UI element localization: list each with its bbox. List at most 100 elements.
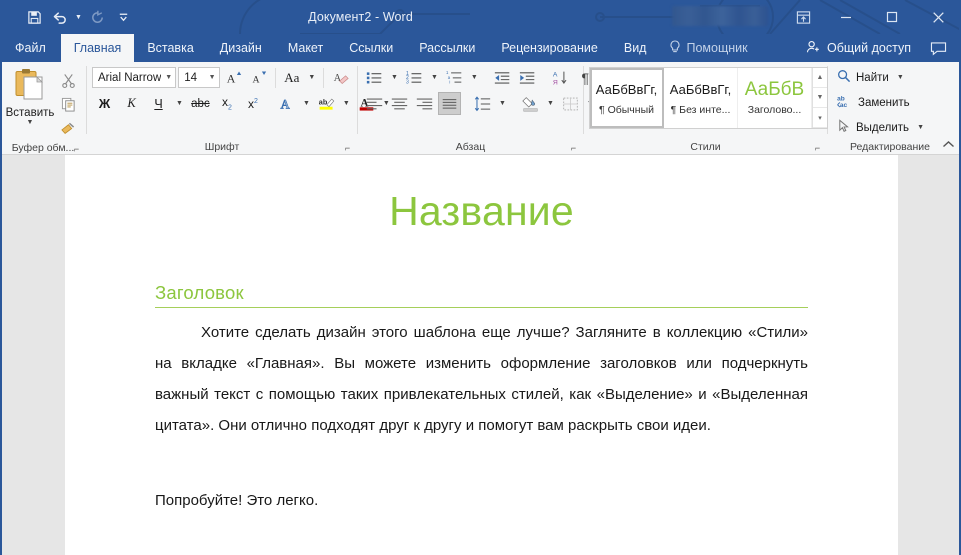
styles-scrollbar[interactable]: ▲ ▼ ▾ bbox=[812, 68, 827, 128]
group-paragraph: ▼ 123 ▼ 1ai ▼ А Я ¶ ▼ ▼ Абзац ⌐ bbox=[358, 62, 594, 155]
decrease-indent-icon[interactable] bbox=[491, 66, 514, 89]
ribbon-tabs[interactable]: Файл Главная Вставка Дизайн Макет Ссылки… bbox=[0, 34, 961, 62]
document-area[interactable]: Название Заголовок Хотите сделать дизайн… bbox=[2, 155, 959, 555]
shrink-font-button[interactable]: A bbox=[247, 66, 270, 89]
paragraph-dialog-launcher[interactable]: ⌐ bbox=[568, 143, 579, 154]
numbering-dropdown-icon[interactable]: ▼ bbox=[428, 74, 441, 81]
tab-view[interactable]: Вид bbox=[611, 34, 660, 62]
comment-icon[interactable] bbox=[921, 34, 955, 62]
styles-group-label: Стили ⌐ bbox=[584, 139, 827, 155]
ribbon-display-options-icon[interactable] bbox=[783, 0, 823, 34]
clear-formatting-icon[interactable]: A bbox=[329, 66, 352, 89]
shading-dropdown-icon[interactable]: ▼ bbox=[544, 100, 557, 107]
underline-dropdown-icon[interactable]: ▼ bbox=[173, 100, 186, 107]
style-item-no-spacing[interactable]: АаБбВвГг, ¶ Без инте... bbox=[664, 68, 738, 128]
bullet-list-icon[interactable] bbox=[363, 66, 386, 89]
svg-text:A: A bbox=[252, 75, 259, 86]
bold-button[interactable]: Ж bbox=[92, 92, 117, 115]
font-size-combobox[interactable]: 14 ▼ bbox=[178, 67, 220, 88]
find-label: Найти bbox=[856, 71, 889, 84]
svg-text:3: 3 bbox=[406, 79, 409, 85]
close-icon[interactable] bbox=[915, 0, 961, 34]
tab-review[interactable]: Рецензирование bbox=[488, 34, 611, 62]
person-add-icon bbox=[806, 40, 821, 57]
chevron-up-icon[interactable] bbox=[942, 140, 955, 152]
tab-layout[interactable]: Макет bbox=[275, 34, 336, 62]
style-name: ¶ Без инте... bbox=[670, 103, 731, 116]
maximize-icon[interactable] bbox=[869, 0, 915, 34]
cut-button[interactable] bbox=[55, 69, 81, 92]
styles-gallery[interactable]: АаБбВвГг, ¶ Обычный АаБбВвГг, ¶ Без инте… bbox=[589, 67, 828, 129]
tab-insert[interactable]: Вставка bbox=[134, 34, 206, 62]
align-center-icon[interactable] bbox=[388, 92, 411, 115]
shading-icon[interactable] bbox=[519, 92, 542, 115]
svg-text:А: А bbox=[553, 71, 558, 78]
text-effects-dropdown-icon[interactable]: ▼ bbox=[300, 100, 313, 107]
document-paragraph[interactable]: Хотите сделать дизайн этого шаблона еще … bbox=[155, 317, 808, 441]
styles-scroll-down-icon[interactable]: ▼ bbox=[813, 88, 827, 108]
styles-scroll-up-icon[interactable]: ▲ bbox=[813, 68, 827, 88]
align-left-icon[interactable] bbox=[363, 92, 386, 115]
select-button[interactable]: Выделить ▼ bbox=[833, 117, 924, 138]
redacted-region bbox=[672, 6, 768, 26]
select-dropdown-icon[interactable]: ▼ bbox=[917, 124, 924, 131]
multilevel-dropdown-icon[interactable]: ▼ bbox=[468, 74, 481, 81]
change-case-dropdown-icon[interactable]: ▼ bbox=[305, 74, 318, 81]
assistant-label: Помощник bbox=[686, 41, 748, 55]
numbered-list-icon[interactable]: 123 bbox=[403, 66, 426, 89]
format-painter-button[interactable] bbox=[55, 117, 81, 140]
tab-references[interactable]: Ссылки bbox=[336, 34, 406, 62]
increase-indent-icon[interactable] bbox=[516, 66, 539, 89]
paste-button[interactable]: Вставить ▼ bbox=[5, 66, 55, 126]
italic-button[interactable]: К bbox=[119, 92, 144, 115]
underline-button[interactable]: Ч bbox=[146, 92, 171, 115]
borders-icon[interactable] bbox=[559, 92, 582, 115]
find-dropdown-icon[interactable]: ▼ bbox=[897, 74, 904, 81]
highlight-icon[interactable]: ab bbox=[315, 92, 338, 115]
window-controls[interactable] bbox=[783, 0, 961, 34]
clipboard-icon bbox=[13, 68, 47, 106]
paste-dropdown-icon[interactable]: ▼ bbox=[27, 119, 34, 126]
sort-icon[interactable]: АЯ bbox=[549, 66, 572, 89]
style-item-heading1[interactable]: АаБбВ Заголово... bbox=[738, 68, 812, 128]
replace-button[interactable]: ab ac Заменить bbox=[833, 92, 924, 113]
text-effects-icon[interactable]: A bbox=[275, 92, 298, 115]
bullets-dropdown-icon[interactable]: ▼ bbox=[388, 74, 401, 81]
tab-design[interactable]: Дизайн bbox=[207, 34, 275, 62]
tell-me-assistant[interactable]: Помощник bbox=[659, 34, 757, 62]
ribbon: Вставить ▼ Буфер обм... ⌐ Arial Narrow ▼… bbox=[0, 62, 961, 155]
clipboard-dialog-launcher[interactable]: ⌐ bbox=[71, 144, 82, 155]
word-window: ▼ Документ2 - Word Файл Главная Вставка … bbox=[0, 0, 961, 555]
superscript-button[interactable]: x2 bbox=[241, 92, 265, 115]
multilevel-list-icon[interactable]: 1ai bbox=[443, 66, 466, 89]
highlight-dropdown-icon[interactable]: ▼ bbox=[340, 100, 353, 107]
line-spacing-icon[interactable] bbox=[471, 92, 494, 115]
font-group-label: Шрифт ⌐ bbox=[87, 139, 357, 155]
font-dialog-launcher[interactable]: ⌐ bbox=[342, 143, 353, 154]
subscript-button[interactable]: x2 bbox=[215, 92, 239, 115]
group-clipboard: Вставить ▼ Буфер обм... ⌐ bbox=[0, 62, 86, 155]
change-case-button[interactable]: Aa bbox=[280, 66, 303, 89]
align-right-icon[interactable] bbox=[413, 92, 436, 115]
tab-file[interactable]: Файл bbox=[0, 34, 61, 62]
chevron-down-icon[interactable]: ▼ bbox=[205, 74, 216, 81]
svg-text:ab: ab bbox=[319, 98, 328, 107]
style-item-normal[interactable]: АаБбВвГг, ¶ Обычный bbox=[590, 68, 664, 128]
justify-icon[interactable] bbox=[438, 92, 461, 115]
styles-more-icon[interactable]: ▾ bbox=[813, 108, 827, 128]
font-name-combobox[interactable]: Arial Narrow ▼ bbox=[92, 67, 177, 88]
share-button[interactable]: Общий доступ bbox=[796, 34, 921, 62]
document-page[interactable]: Название Заголовок Хотите сделать дизайн… bbox=[65, 155, 898, 555]
chevron-down-icon[interactable]: ▼ bbox=[161, 74, 172, 81]
styles-dialog-launcher[interactable]: ⌐ bbox=[812, 143, 823, 154]
find-button[interactable]: Найти ▼ bbox=[833, 67, 924, 88]
line-spacing-dropdown-icon[interactable]: ▼ bbox=[496, 100, 509, 107]
tab-home[interactable]: Главная bbox=[60, 34, 135, 62]
document-paragraph-2[interactable]: Попробуйте! Это легко. bbox=[155, 485, 808, 516]
window-frame-left bbox=[0, 0, 2, 555]
tab-mailings[interactable]: Рассылки bbox=[406, 34, 488, 62]
grow-font-button[interactable]: A bbox=[222, 66, 245, 89]
strikethrough-button[interactable]: abc bbox=[188, 92, 213, 115]
minimize-icon[interactable] bbox=[823, 0, 869, 34]
copy-button[interactable] bbox=[55, 93, 81, 116]
